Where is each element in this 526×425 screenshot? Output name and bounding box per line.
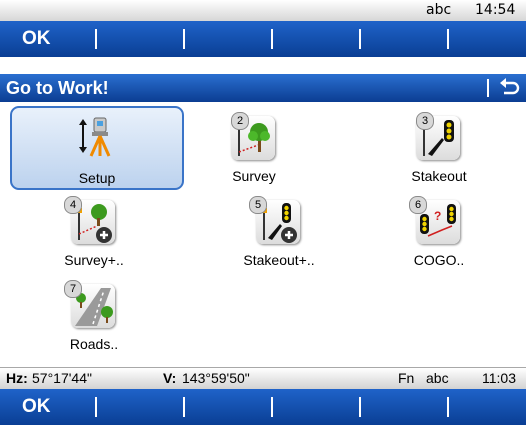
f2-button[interactable] xyxy=(97,389,183,425)
tile-roads[interactable]: 7 Roads.. xyxy=(34,278,154,360)
tile-label: COGO.. xyxy=(413,252,465,268)
svg-text:?: ? xyxy=(434,209,441,223)
v-label: V: xyxy=(163,370,177,386)
tile-stakeout[interactable]: 3 Stakeout xyxy=(379,110,499,192)
tile-stakeout-plus[interactable]: 5 Stakeout+.. xyxy=(219,194,339,276)
tile-label: Setup xyxy=(78,170,116,186)
back-arrow-icon[interactable] xyxy=(496,76,522,100)
page-title: Go to Work! xyxy=(6,78,109,98)
top-status-bar: abc 14:54 xyxy=(0,0,526,22)
f4-button[interactable] xyxy=(273,21,359,57)
tile-label: Roads.. xyxy=(69,336,119,352)
shortcut-number-badge: 3 xyxy=(416,112,434,130)
tile-cogo[interactable]: ? 6 COGO.. xyxy=(379,194,499,276)
title-divider xyxy=(487,79,489,97)
setup-tripod-icon xyxy=(77,116,121,160)
tile-label: Stakeout+.. xyxy=(243,252,315,268)
f6-button[interactable] xyxy=(449,21,526,57)
tile-label: Stakeout xyxy=(411,168,467,184)
shortcut-number-badge: 2 xyxy=(231,112,249,130)
hz-label: Hz: xyxy=(6,370,28,386)
measurement-status-bar: Hz: 57°17'44" V: 143°59'50" Fn abc 11:03 xyxy=(0,367,526,389)
f3-button[interactable] xyxy=(185,21,271,57)
input-mode-indicator: abc xyxy=(426,2,452,18)
f1-ok-button[interactable]: OK xyxy=(0,21,95,57)
f2-button[interactable] xyxy=(97,21,183,57)
tile-label: Survey xyxy=(232,168,276,184)
v-value: 143°59'50" xyxy=(182,370,250,386)
shortcut-number-badge: 6 xyxy=(409,196,427,214)
clock: 14:54 xyxy=(475,2,516,18)
fn-indicator: Fn xyxy=(398,370,415,386)
tile-setup[interactable]: Setup xyxy=(10,106,184,190)
shortcut-number-badge: 7 xyxy=(64,280,82,298)
clock: 11:03 xyxy=(482,370,516,386)
app-launcher-grid: Setup 2 Survey 3 Stakeout 4 Survey+.. 5 … xyxy=(0,103,526,366)
function-key-bar-bottom: OK xyxy=(0,389,526,425)
hz-value: 57°17'44" xyxy=(32,370,92,386)
f4-button[interactable] xyxy=(273,389,359,425)
f5-button[interactable] xyxy=(361,21,447,57)
tile-survey-plus[interactable]: 4 Survey+.. xyxy=(34,194,154,276)
f3-button[interactable] xyxy=(185,389,271,425)
shortcut-number-badge: 4 xyxy=(64,196,82,214)
f5-button[interactable] xyxy=(361,389,447,425)
tile-survey[interactable]: 2 Survey xyxy=(194,110,314,192)
tile-label: Survey+.. xyxy=(64,252,124,268)
shortcut-number-badge: 5 xyxy=(249,196,267,214)
title-bar: Go to Work! xyxy=(0,74,526,102)
f6-button[interactable] xyxy=(449,389,526,425)
f1-ok-button[interactable]: OK xyxy=(0,389,95,425)
input-mode-indicator: abc xyxy=(426,370,449,386)
function-key-bar-top: OK xyxy=(0,21,526,57)
